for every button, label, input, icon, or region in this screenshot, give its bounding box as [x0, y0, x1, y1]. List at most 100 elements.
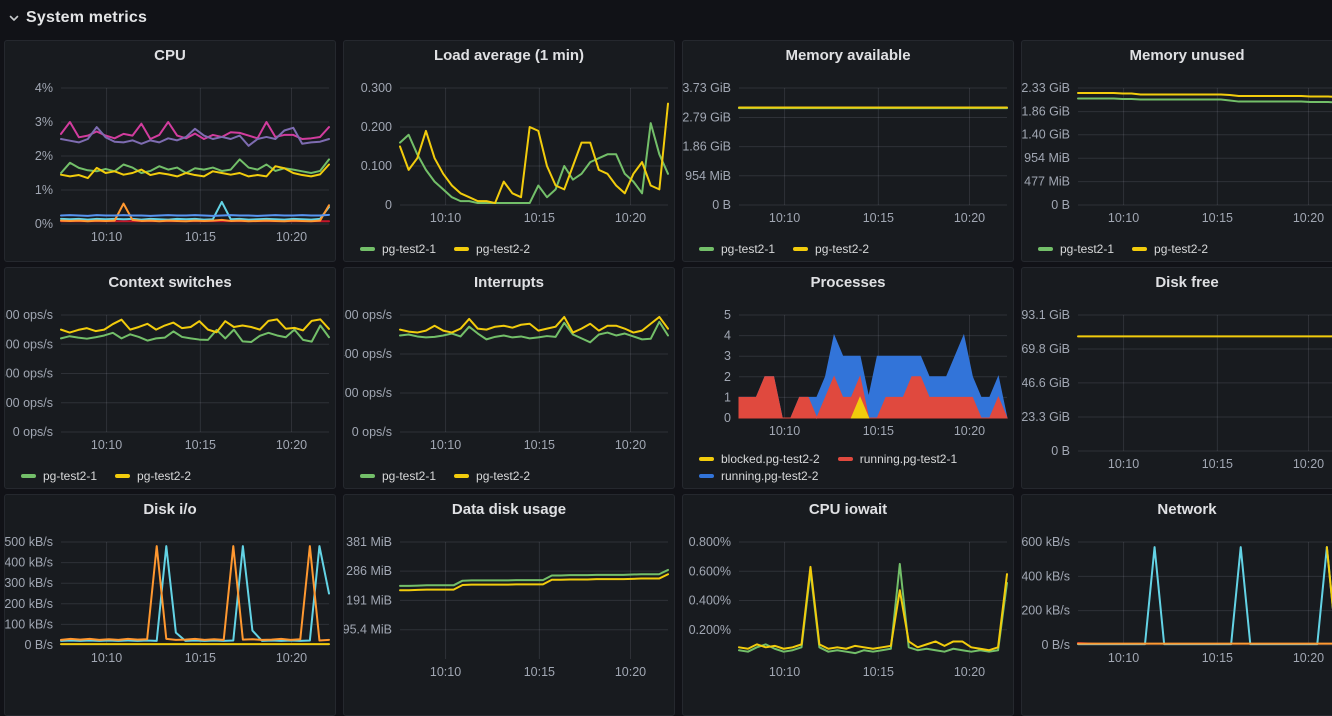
- svg-text:10:20: 10:20: [276, 230, 307, 244]
- svg-text:10:15: 10:15: [863, 211, 894, 225]
- svg-text:400 ops/s: 400 ops/s: [5, 367, 53, 381]
- chart-canvas-interrupts[interactable]: 0 ops/s200 ops/s400 ops/s600 ops/s10:101…: [344, 268, 675, 489]
- legend-swatch-icon: [454, 247, 469, 251]
- svg-text:10:15: 10:15: [185, 651, 216, 665]
- svg-text:10:10: 10:10: [430, 211, 461, 225]
- svg-text:10:20: 10:20: [276, 438, 307, 452]
- legend-item[interactable]: pg-test2-2: [1132, 242, 1208, 256]
- legend-item[interactable]: blocked.pg-test2-2: [699, 452, 820, 466]
- svg-text:10:20: 10:20: [954, 424, 985, 438]
- panel-network: Network0 B/s200 kB/s400 kB/s600 kB/s10:1…: [1021, 494, 1332, 716]
- svg-text:10:15: 10:15: [1202, 211, 1233, 225]
- svg-text:0.200%: 0.200%: [689, 623, 731, 637]
- svg-text:0%: 0%: [35, 217, 53, 231]
- chart-canvas-memory-unused[interactable]: 0 B477 MiB954 MiB1.40 GiB1.86 GiB2.33 Gi…: [1022, 41, 1332, 262]
- svg-text:2: 2: [724, 370, 731, 384]
- svg-text:0.800%: 0.800%: [689, 535, 731, 549]
- svg-text:100 kB/s: 100 kB/s: [5, 617, 53, 631]
- svg-text:4: 4: [724, 329, 731, 343]
- svg-text:0 ops/s: 0 ops/s: [13, 425, 53, 439]
- legend-item[interactable]: pg-test2-2: [115, 469, 191, 483]
- svg-text:0.600%: 0.600%: [689, 564, 731, 578]
- svg-text:10:15: 10:15: [524, 211, 555, 225]
- svg-text:10:20: 10:20: [1293, 457, 1324, 471]
- svg-text:10:10: 10:10: [769, 211, 800, 225]
- legend-item[interactable]: pg-test2-1: [699, 242, 775, 256]
- legend-item[interactable]: pg-test2-2: [454, 242, 530, 256]
- legend-memory-unused: pg-test2-1 pg-test2-2: [1038, 242, 1332, 256]
- svg-text:4%: 4%: [35, 81, 53, 95]
- chart-canvas-context-switches[interactable]: 0 ops/s200 ops/s400 ops/s600 ops/s800 op…: [5, 268, 336, 489]
- svg-text:0 ops/s: 0 ops/s: [352, 425, 392, 439]
- legend-interrupts: pg-test2-1 pg-test2-2: [360, 469, 666, 483]
- svg-text:600 ops/s: 600 ops/s: [5, 337, 53, 351]
- legend-label: pg-test2-2: [137, 469, 191, 483]
- row-title: System metrics: [26, 9, 147, 27]
- panel-context-switches: Context switches0 ops/s200 ops/s400 ops/…: [4, 267, 336, 489]
- panel-interrupts: Interrupts0 ops/s200 ops/s400 ops/s600 o…: [343, 267, 675, 489]
- svg-text:46.6 GiB: 46.6 GiB: [1022, 376, 1070, 390]
- chart-canvas-network[interactable]: 0 B/s200 kB/s400 kB/s600 kB/s10:1010:151…: [1022, 495, 1332, 716]
- chart-canvas-load-average[interactable]: 00.1000.2000.30010:1010:1510:20: [344, 41, 675, 262]
- legend-swatch-icon: [1132, 247, 1147, 251]
- svg-text:10:10: 10:10: [1108, 457, 1139, 471]
- svg-text:500 kB/s: 500 kB/s: [5, 535, 53, 549]
- panel-cpu-iowait: CPU iowait0.200%0.400%0.600%0.800%10:101…: [682, 494, 1014, 716]
- svg-text:10:20: 10:20: [615, 665, 646, 679]
- svg-text:5: 5: [724, 308, 731, 322]
- legend-item[interactable]: pg-test2-1: [21, 469, 97, 483]
- legend-item[interactable]: pg-test2-1: [360, 469, 436, 483]
- legend-label: pg-test2-1: [1060, 242, 1114, 256]
- svg-text:10:15: 10:15: [863, 665, 894, 679]
- svg-text:191 MiB: 191 MiB: [346, 593, 392, 607]
- svg-text:2.33 GiB: 2.33 GiB: [1022, 81, 1070, 95]
- legend-swatch-icon: [699, 247, 714, 251]
- legend-item[interactable]: running.pg-test2-2: [699, 469, 818, 483]
- svg-text:200 kB/s: 200 kB/s: [1022, 604, 1070, 618]
- svg-text:0.200: 0.200: [361, 120, 392, 134]
- svg-text:954 MiB: 954 MiB: [1024, 151, 1070, 165]
- chart-canvas-cpu[interactable]: 0%1%2%3%4%10:1010:1510:20: [5, 41, 336, 262]
- legend-swatch-icon: [1038, 247, 1053, 251]
- svg-text:286 MiB: 286 MiB: [346, 564, 392, 578]
- legend-item[interactable]: pg-test2-1: [1038, 242, 1114, 256]
- svg-text:954 MiB: 954 MiB: [685, 169, 731, 183]
- panel-disk-free: Disk free0 B23.3 GiB46.6 GiB69.8 GiB93.1…: [1021, 267, 1332, 489]
- legend-context-switches: pg-test2-1 pg-test2-2: [21, 469, 327, 483]
- svg-text:10:20: 10:20: [1293, 211, 1324, 225]
- svg-text:95.4 MiB: 95.4 MiB: [344, 623, 392, 637]
- legend-swatch-icon: [793, 247, 808, 251]
- svg-text:0.300: 0.300: [361, 81, 392, 95]
- chart-canvas-cpu-iowait[interactable]: 0.200%0.400%0.600%0.800%10:1010:1510:20: [683, 495, 1014, 716]
- legend-item[interactable]: pg-test2-2: [793, 242, 869, 256]
- legend-label: blocked.pg-test2-2: [721, 452, 820, 466]
- row-header-system-metrics[interactable]: System metrics: [0, 0, 1332, 36]
- svg-text:0 B: 0 B: [712, 198, 731, 212]
- chart-canvas-data-disk-usage[interactable]: 95.4 MiB191 MiB286 MiB381 MiB10:1010:151…: [344, 495, 675, 716]
- svg-text:10:20: 10:20: [276, 651, 307, 665]
- svg-text:0.400%: 0.400%: [689, 594, 731, 608]
- svg-text:69.8 GiB: 69.8 GiB: [1022, 342, 1070, 356]
- svg-text:381 MiB: 381 MiB: [346, 535, 392, 549]
- svg-text:10:10: 10:10: [91, 651, 122, 665]
- chart-canvas-disk-free[interactable]: 0 B23.3 GiB46.6 GiB69.8 GiB93.1 GiB10:10…: [1022, 268, 1332, 489]
- legend-memory-available: pg-test2-1 pg-test2-2: [699, 242, 1005, 256]
- svg-text:200 ops/s: 200 ops/s: [5, 396, 53, 410]
- svg-text:400 kB/s: 400 kB/s: [5, 556, 53, 570]
- chart-canvas-memory-available[interactable]: 0 B954 MiB1.86 GiB2.79 GiB3.73 GiB10:101…: [683, 41, 1014, 262]
- legend-item[interactable]: pg-test2-1: [360, 242, 436, 256]
- legend-label: pg-test2-1: [382, 242, 436, 256]
- svg-text:477 MiB: 477 MiB: [1024, 175, 1070, 189]
- svg-text:10:15: 10:15: [185, 230, 216, 244]
- chart-canvas-disk-io[interactable]: 0 B/s100 kB/s200 kB/s300 kB/s400 kB/s500…: [5, 495, 336, 716]
- dashboard-grid: CPU0%1%2%3%4%10:1010:1510:20Load average…: [4, 40, 1332, 716]
- svg-text:0.100: 0.100: [361, 159, 392, 173]
- svg-text:1: 1: [724, 390, 731, 404]
- svg-text:1.40 GiB: 1.40 GiB: [1022, 128, 1070, 142]
- legend-item[interactable]: pg-test2-2: [454, 469, 530, 483]
- chevron-down-icon: [8, 12, 20, 24]
- panel-cpu: CPU0%1%2%3%4%10:1010:1510:20: [4, 40, 336, 262]
- panel-processes: Processes01234510:1010:1510:20blocked.pg…: [682, 267, 1014, 489]
- legend-item[interactable]: running.pg-test2-1: [838, 452, 957, 466]
- legend-swatch-icon: [699, 457, 714, 461]
